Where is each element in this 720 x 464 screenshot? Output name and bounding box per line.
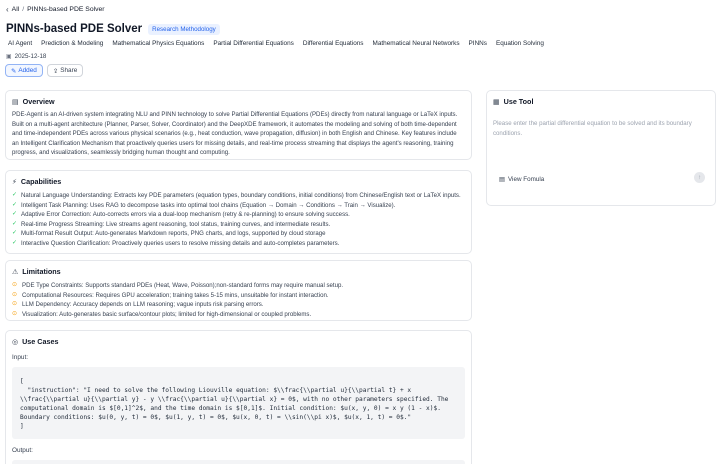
limitations-title: Limitations	[22, 267, 61, 276]
limitations-list: ⊙ PDE Type Constraints: Supports standard…	[12, 281, 465, 319]
check-icon: ✓	[12, 211, 18, 218]
tag: Partial Differential Equations	[213, 40, 294, 47]
added-button[interactable]: ✎ Added	[5, 64, 43, 77]
usecases-title: Use Cases	[22, 337, 59, 346]
alert-circle-icon: ⊙	[12, 301, 18, 308]
tag: AI Agent	[8, 40, 33, 47]
check-icon: ✓	[12, 220, 18, 227]
breadcrumb-current: PINNs-based PDE Solver	[27, 6, 105, 13]
document-icon: ▤	[12, 98, 19, 106]
use-tool-heading: ▦ Use Tool	[493, 97, 709, 106]
capabilities-heading: ⚡ Capabilities	[12, 177, 465, 186]
list-item: ✓ Natural Language Understanding: Extract…	[12, 192, 461, 199]
share-button[interactable]: ⇪ Share	[46, 64, 84, 77]
tag: Mathematical Neural Networks	[372, 40, 460, 47]
breadcrumb-root[interactable]: All	[12, 6, 20, 13]
tag-list: AI Agent Prediction & Modeling Mathemati…	[8, 40, 544, 47]
tag: PINNs	[468, 40, 487, 47]
alert-circle-icon: ⊙	[12, 282, 18, 288]
view-formula-button[interactable]: ▤ View Fomula	[499, 176, 544, 183]
tag: Equation Solving	[496, 40, 544, 47]
limitations-card: ⚠ Limitations ⊙ PDE Type Constraints: Sup…	[5, 260, 472, 321]
list-item: ✓ Intelligent Task Planning: Uses RAG to …	[12, 201, 396, 209]
target-icon: ◎	[12, 338, 19, 346]
capabilities-card: ⚡ Capabilities ✓ Natural Language Underst…	[5, 170, 472, 254]
warning-icon: ⚠	[12, 268, 19, 276]
share-icon: ⇪	[52, 67, 59, 75]
lightning-icon: ⚡	[12, 178, 17, 186]
check-icon: ✓	[12, 192, 18, 198]
output-label: Output:	[12, 447, 33, 454]
category-badge: Research Methodology	[148, 23, 220, 35]
check-icon: ✓	[12, 230, 18, 237]
usecases-card: ◎ Use Cases Input: [ "instruction": "I n…	[5, 330, 472, 464]
tag: Differential Equations	[302, 40, 364, 47]
alert-circle-icon: ⊙	[12, 310, 18, 317]
list-item: ⊙ PDE Type Constraints: Supports standard…	[12, 282, 344, 289]
tool-icon: ▦	[493, 98, 500, 106]
use-tool-card: ▦ Use Tool Please enter the partial diff…	[486, 90, 716, 206]
equation-input[interactable]: Please enter the partial differential eq…	[493, 119, 699, 138]
date-row: ▣ 2025-12-18	[6, 53, 46, 60]
overview-card: ▤ Overview PDE-Agent is an AI-driven sys…	[5, 90, 472, 160]
overview-heading: ▤ Overview	[12, 97, 465, 106]
title-row: PINNs-based PDE Solver Research Methodol…	[6, 23, 220, 35]
tag: Mathematical Physics Equations	[112, 40, 205, 47]
check-icon: ✓	[12, 201, 18, 208]
alert-circle-icon: ⊙	[12, 291, 18, 298]
capabilities-list: ✓ Natural Language Understanding: Extract…	[12, 191, 465, 249]
added-label: Added	[18, 67, 37, 74]
tag: Prediction & Modeling	[41, 40, 104, 47]
list-item: ⊙ Computational Resources: Requires GPU a…	[12, 291, 329, 299]
send-arrow-icon[interactable]: ↑	[694, 172, 705, 183]
input-code-block: [ "instruction": "I need to solve the fo…	[12, 367, 465, 439]
breadcrumb: ‹ All / PINNs-based PDE Solver	[6, 5, 105, 14]
check-icon: ✓	[12, 239, 18, 246]
view-formula-label: View Fomula	[507, 176, 545, 183]
date-text: 2025-12-18	[14, 53, 47, 60]
bookmark-icon: ✎	[11, 67, 17, 75]
overview-text: PDE-Agent is an AI-driven system integra…	[12, 111, 458, 157]
list-item: ⊙ LLM Dependency: Accuracy depends on LLM…	[12, 301, 264, 309]
page-title: PINNs-based PDE Solver	[6, 23, 143, 35]
share-label: Share	[60, 67, 78, 74]
back-chevron-icon[interactable]: ‹	[6, 5, 9, 14]
breadcrumb-separator: /	[22, 6, 25, 13]
list-item: ⊙ Visualization: Auto-generates basic sur…	[12, 310, 312, 318]
list-item: ✓ Multi-format Result Output: Auto-genera…	[12, 230, 326, 238]
output-code-block	[12, 460, 465, 464]
list-item: ✓ Adaptive Error Correction: Auto-correct…	[12, 211, 350, 219]
overview-title: Overview	[22, 97, 55, 106]
usecases-heading: ◎ Use Cases	[12, 337, 465, 346]
limitations-heading: ⚠ Limitations	[12, 267, 465, 276]
formula-icon: ▤	[499, 176, 505, 183]
action-bar: ✎ Added ⇪ Share	[5, 64, 84, 77]
list-item: ✓ Real-time Progress Streaming: Live stre…	[12, 220, 331, 228]
input-label: Input:	[12, 354, 28, 361]
capabilities-title: Capabilities	[20, 177, 62, 186]
use-tool-title: Use Tool	[503, 97, 534, 106]
list-item: ✓ Interactive Question Clarification: Pro…	[12, 239, 340, 247]
calendar-icon: ▣	[6, 54, 12, 60]
